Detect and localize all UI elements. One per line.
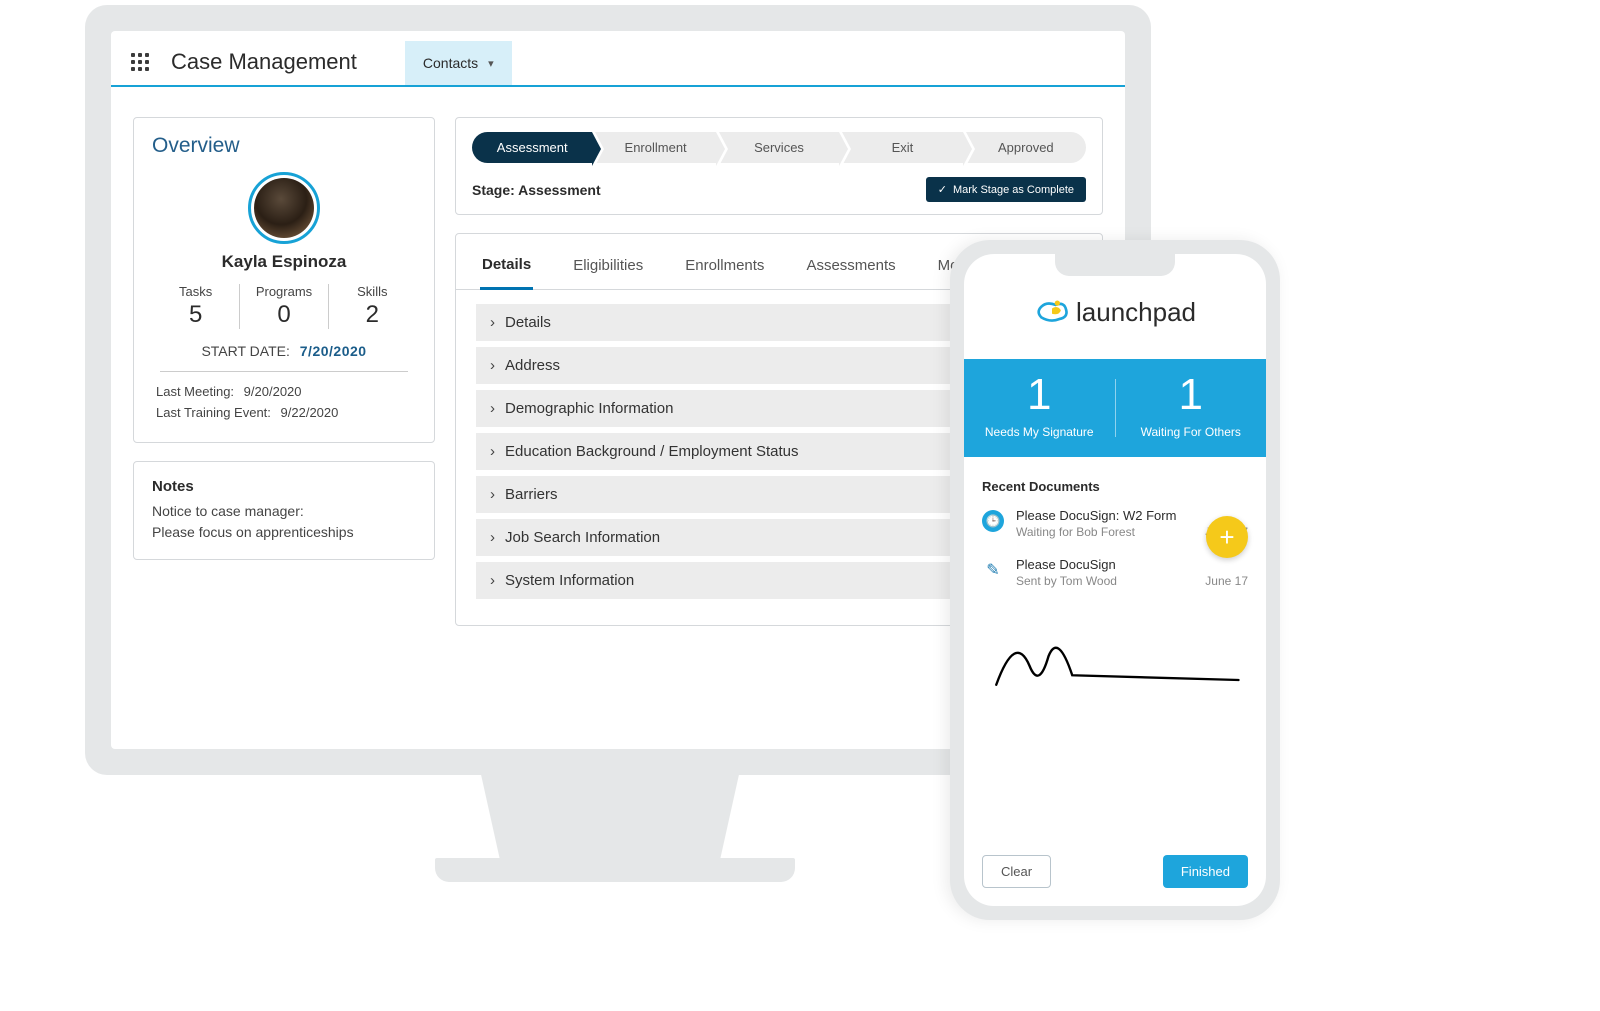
start-date-label: START DATE:: [201, 343, 289, 359]
plus-icon: +: [1219, 522, 1234, 553]
mobile-phone: launchpad 1 Needs My Signature 1 Waiting…: [950, 240, 1280, 920]
stat-needs-signature[interactable]: 1 Needs My Signature: [964, 359, 1115, 457]
phone-screen: launchpad 1 Needs My Signature 1 Waiting…: [964, 254, 1266, 906]
stat-value: 5: [158, 301, 233, 329]
stat-tasks: Tasks 5: [152, 284, 239, 329]
stage-card: Assessment Enrollment Services Exit Appr…: [455, 117, 1103, 215]
tab-enrollments[interactable]: Enrollments: [683, 246, 766, 289]
clear-button[interactable]: Clear: [982, 855, 1051, 888]
stat-number: 1: [974, 373, 1105, 417]
doc-sub: Waiting for Bob Forest: [1016, 525, 1135, 539]
stat-label: Skills: [335, 284, 410, 299]
stat-label: Programs: [246, 284, 321, 299]
overview-card: Overview Kayla Espinoza Tasks 5 Programs: [133, 117, 435, 443]
recent-title: Recent Documents: [982, 479, 1248, 494]
stage-label: Stage: Assessment: [472, 182, 601, 198]
stat-label: Waiting For Others: [1126, 425, 1257, 439]
accordion-label: System Information: [505, 572, 634, 589]
last-training-label: Last Training Event:: [156, 405, 271, 420]
path-step-approved[interactable]: Approved: [966, 132, 1086, 163]
stat-label: Needs My Signature: [974, 425, 1105, 439]
nav-tab-contacts[interactable]: Contacts ▾: [405, 41, 512, 85]
stat-value: 0: [246, 301, 321, 329]
stat-waiting-others[interactable]: 1 Waiting For Others: [1116, 359, 1267, 457]
notes-body: Notice to case manager: Please focus on …: [152, 501, 416, 543]
notes-title: Notes: [152, 478, 416, 495]
path-step-exit[interactable]: Exit: [842, 132, 962, 163]
stats-row: Tasks 5 Programs 0 Skills 2: [152, 284, 416, 329]
doc-date: June 17: [1205, 574, 1248, 588]
phone-buttons: Clear Finished: [964, 841, 1266, 906]
tab-eligibilities[interactable]: Eligibilities: [571, 246, 645, 289]
path-step-services[interactable]: Services: [719, 132, 839, 163]
chevron-right-icon: ›: [490, 486, 495, 503]
avatar-section: Kayla Espinoza: [152, 172, 416, 272]
stat-programs: Programs 0: [240, 284, 327, 329]
launchpad-logo: launchpad: [1034, 296, 1196, 328]
overview-title: Overview: [152, 134, 416, 158]
accordion-label: Job Search Information: [505, 529, 660, 546]
stats-band: 1 Needs My Signature 1 Waiting For Other…: [964, 359, 1266, 457]
add-button[interactable]: +: [1206, 516, 1248, 558]
chevron-right-icon: ›: [490, 443, 495, 460]
chevron-down-icon: ▾: [488, 57, 494, 70]
app-launcher-icon[interactable]: [131, 53, 149, 71]
last-meeting-value: 9/20/2020: [244, 384, 302, 399]
stat-skills: Skills 2: [329, 284, 416, 329]
start-date-value: 7/20/2020: [300, 343, 367, 359]
left-column: Overview Kayla Espinoza Tasks 5 Programs: [133, 117, 435, 719]
signature-area[interactable]: [964, 616, 1266, 841]
last-meeting-label: Last Meeting:: [156, 384, 234, 399]
monitor-stand: [480, 770, 740, 860]
logo-text: launchpad: [1076, 297, 1196, 328]
path-stepper: Assessment Enrollment Services Exit Appr…: [472, 132, 1086, 163]
topbar: Case Management Contacts ▾: [111, 31, 1125, 87]
nav-tab-label: Contacts: [423, 55, 478, 71]
launchpad-logo-icon: [1034, 296, 1070, 328]
accordion-label: Demographic Information: [505, 400, 673, 417]
stat-label: Tasks: [158, 284, 233, 299]
accordion-label: Address: [505, 357, 560, 374]
doc-title: Please DocuSign: [1016, 557, 1248, 572]
check-icon: ✓: [938, 183, 947, 196]
notes-card: Notes Notice to case manager: Please foc…: [133, 461, 435, 560]
accordion-label: Details: [505, 314, 551, 331]
tab-details[interactable]: Details: [480, 246, 533, 290]
doc-sub: Sent by Tom Wood: [1016, 574, 1117, 588]
avatar[interactable]: [248, 172, 320, 244]
app-title: Case Management: [171, 49, 357, 75]
path-step-assessment[interactable]: Assessment: [472, 132, 592, 163]
signature-icon: [982, 616, 1248, 706]
notes-line: Notice to case manager:: [152, 501, 416, 522]
chevron-right-icon: ›: [490, 400, 495, 417]
accordion-label: Barriers: [505, 486, 558, 503]
monitor-base: [435, 858, 795, 882]
document-row[interactable]: ✎ Please DocuSign Sent by Tom Wood June …: [982, 557, 1248, 588]
pencil-icon: ✎: [982, 559, 1004, 581]
chevron-right-icon: ›: [490, 314, 495, 331]
accordion-label: Education Background / Employment Status: [505, 443, 799, 460]
chevron-right-icon: ›: [490, 357, 495, 374]
clock-icon: 🕒: [982, 510, 1004, 532]
finished-button[interactable]: Finished: [1163, 855, 1248, 888]
mark-complete-label: Mark Stage as Complete: [953, 184, 1074, 196]
last-training: Last Training Event: 9/22/2020: [156, 405, 412, 420]
mark-complete-button[interactable]: ✓ Mark Stage as Complete: [926, 177, 1086, 202]
notes-line: Please focus on apprenticeships: [152, 522, 416, 543]
tab-assessments[interactable]: Assessments: [804, 246, 897, 289]
last-training-value: 9/22/2020: [281, 405, 339, 420]
path-step-enrollment[interactable]: Enrollment: [595, 132, 715, 163]
chevron-right-icon: ›: [490, 529, 495, 546]
stat-value: 2: [335, 301, 410, 329]
start-date: START DATE: 7/20/2020: [160, 343, 408, 372]
person-name: Kayla Espinoza: [152, 252, 416, 272]
chevron-right-icon: ›: [490, 572, 495, 589]
phone-notch: [1055, 254, 1175, 276]
last-meeting: Last Meeting: 9/20/2020: [156, 384, 412, 399]
stat-number: 1: [1126, 373, 1257, 417]
stage-row: Stage: Assessment ✓ Mark Stage as Comple…: [472, 177, 1086, 202]
